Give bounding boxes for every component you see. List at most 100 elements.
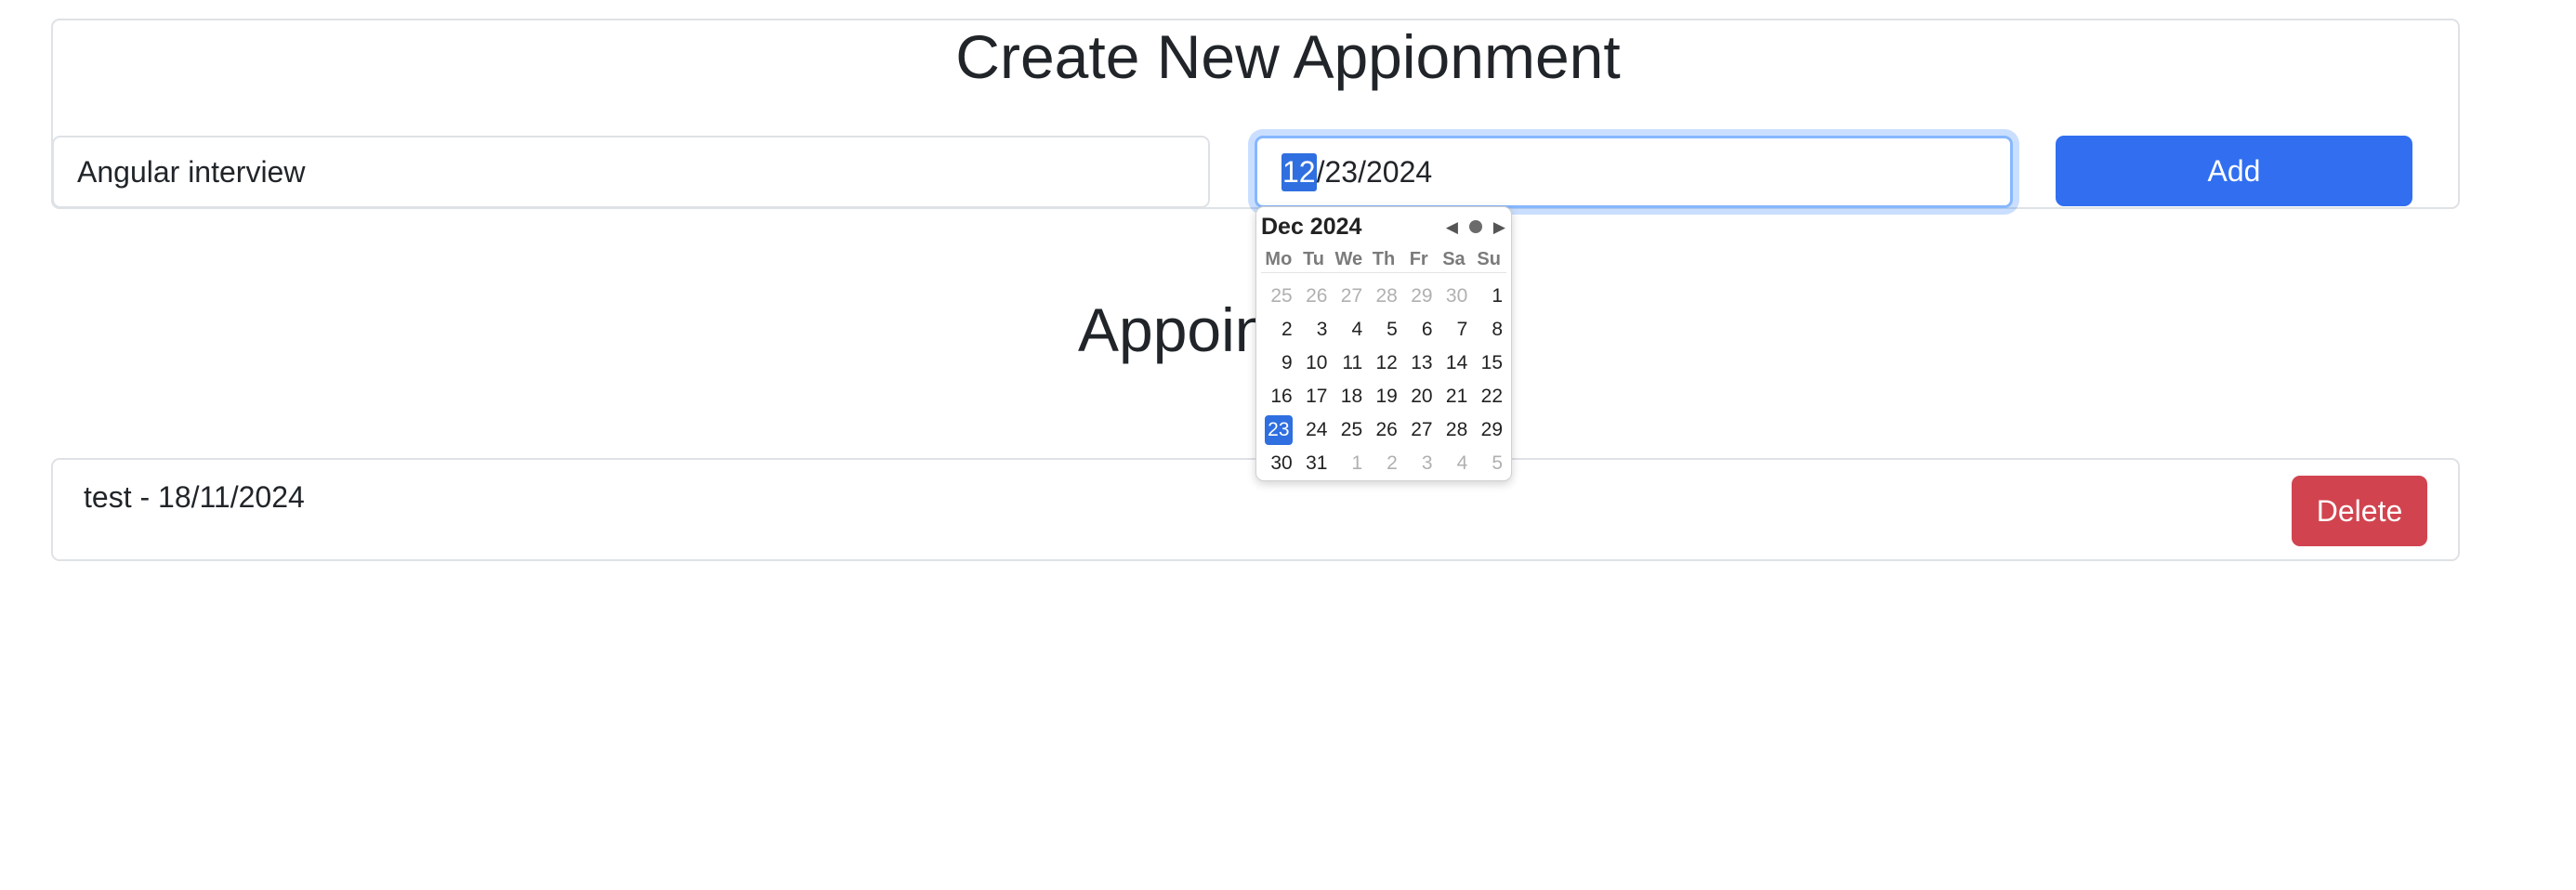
calendar-day[interactable]: 2 xyxy=(1366,447,1401,480)
calendar-day[interactable]: 25 xyxy=(1261,280,1296,313)
calendar-day[interactable]: 5 xyxy=(1366,313,1401,347)
calendar-day-label: 23 xyxy=(1265,415,1293,445)
calendar-day-label: 2 xyxy=(1281,319,1293,340)
calendar-day[interactable]: 4 xyxy=(1331,313,1366,347)
calendar-day[interactable]: 31 xyxy=(1296,447,1332,480)
calendar-day[interactable]: 14 xyxy=(1437,347,1472,380)
calendar-day[interactable]: 16 xyxy=(1261,380,1296,413)
calendar-day-label: 20 xyxy=(1411,386,1433,407)
month-year-label: Dec 2024 xyxy=(1261,213,1362,240)
calendar-day[interactable]: 4 xyxy=(1437,447,1472,480)
weekday-header: Tu xyxy=(1295,246,1332,273)
prev-month-icon[interactable]: ◀ xyxy=(1446,219,1458,235)
appointment-title-input[interactable]: Angular interview xyxy=(52,136,1210,208)
date-month-segment[interactable]: 12 xyxy=(1281,152,1317,191)
date-picker-popup: Dec 2024 ◀ ▶ Mo Tu We Th Fr Sa Su 25 26 27 28 29 30 1… xyxy=(1255,206,1512,481)
calendar-day-label: 17 xyxy=(1306,386,1328,407)
calendar-day[interactable]: 29 xyxy=(1471,413,1506,447)
calendar-day[interactable]: 15 xyxy=(1471,347,1506,380)
calendar-day[interactable]: 9 xyxy=(1261,347,1296,380)
calendar-day[interactable]: 13 xyxy=(1401,347,1437,380)
calendar-day[interactable]: 25 xyxy=(1331,413,1366,447)
calendar-day-label: 19 xyxy=(1375,386,1398,407)
calendar-day[interactable]: 21 xyxy=(1437,380,1472,413)
calendar-day[interactable]: 5 xyxy=(1471,447,1506,480)
calendar-day[interactable]: 20 xyxy=(1401,380,1437,413)
weekday-header: Th xyxy=(1366,246,1401,273)
calendar-day[interactable]: 24 xyxy=(1296,413,1332,447)
calendar-day-label: 14 xyxy=(1445,352,1468,373)
calendar-day-label: 6 xyxy=(1421,319,1433,340)
calendar-day-selected[interactable]: 23 xyxy=(1261,413,1296,447)
calendar-day[interactable]: 27 xyxy=(1401,413,1437,447)
calendar-day[interactable]: 19 xyxy=(1366,380,1401,413)
calendar-day-label: 27 xyxy=(1411,419,1433,440)
appointment-date-input[interactable]: 12/23/2024 xyxy=(1255,136,2013,208)
calendar-day[interactable]: 1 xyxy=(1471,280,1506,313)
appointments-title: Appoin xyxy=(1078,295,1269,364)
calendar-day[interactable]: 30 xyxy=(1261,447,1296,480)
calendar-day-label: 18 xyxy=(1340,386,1363,407)
calendar-day-label: 11 xyxy=(1342,352,1363,373)
calendar-day-label: 1 xyxy=(1492,285,1503,307)
calendar-day[interactable]: 17 xyxy=(1296,380,1332,413)
calendar-day-label: 8 xyxy=(1492,319,1503,340)
calendar-day-label: 4 xyxy=(1456,452,1468,474)
calendar-day-label: 12 xyxy=(1375,352,1398,373)
calendar-day[interactable]: 28 xyxy=(1366,280,1401,313)
calendar-day-label: 16 xyxy=(1270,386,1293,407)
calendar-day-label: 26 xyxy=(1306,285,1328,307)
appointment-text: test - 18/11/2024 xyxy=(84,480,305,514)
weekday-header: Su xyxy=(1471,246,1506,273)
calendar-day[interactable]: 1 xyxy=(1331,447,1366,480)
calendar-day[interactable]: 6 xyxy=(1401,313,1437,347)
calendar-day-label: 10 xyxy=(1306,352,1328,373)
date-rest-segment[interactable]: /23/2024 xyxy=(1317,155,1433,190)
calendar-day[interactable]: 3 xyxy=(1401,447,1437,480)
calendar-day[interactable]: 2 xyxy=(1261,313,1296,347)
calendar-day[interactable]: 10 xyxy=(1296,347,1332,380)
calendar-day[interactable]: 8 xyxy=(1471,313,1506,347)
calendar-day[interactable]: 29 xyxy=(1401,280,1437,313)
calendar-day[interactable]: 26 xyxy=(1366,413,1401,447)
calendar-day[interactable]: 27 xyxy=(1331,280,1366,313)
calendar-day[interactable]: 30 xyxy=(1437,280,1472,313)
calendar-day-label: 1 xyxy=(1351,452,1363,474)
weekday-header: Sa xyxy=(1436,246,1472,273)
calendar-day-label: 28 xyxy=(1375,285,1398,307)
add-button[interactable]: Add xyxy=(2056,136,2412,206)
calendar-day-label: 24 xyxy=(1306,419,1328,440)
calendar-day[interactable]: 22 xyxy=(1471,380,1506,413)
calendar-day[interactable]: 26 xyxy=(1296,280,1332,313)
calendar-day-label: 9 xyxy=(1281,352,1293,373)
calendar-day[interactable]: 3 xyxy=(1296,313,1332,347)
calendar-day[interactable]: 12 xyxy=(1366,347,1401,380)
calendar-day-label: 15 xyxy=(1480,352,1503,373)
weekday-header: We xyxy=(1331,246,1367,273)
today-dot-icon[interactable] xyxy=(1468,220,1482,233)
calendar-day-label: 4 xyxy=(1351,319,1363,340)
weekday-header: Mo xyxy=(1261,246,1296,273)
calendar-day-label: 29 xyxy=(1480,419,1503,440)
calendar-day[interactable]: 11 xyxy=(1331,347,1366,380)
calendar-day[interactable]: 18 xyxy=(1331,380,1366,413)
calendar-day-label: 21 xyxy=(1445,386,1468,407)
calendar-day[interactable]: 28 xyxy=(1437,413,1472,447)
calendar-day-label: 25 xyxy=(1270,285,1293,307)
calendar-day-label: 30 xyxy=(1270,452,1293,474)
weekday-header: Fr xyxy=(1400,246,1437,273)
calendar-day-label: 22 xyxy=(1480,386,1503,407)
calendar-day[interactable]: 7 xyxy=(1437,313,1472,347)
calendar-day-label: 2 xyxy=(1387,452,1398,474)
date-picker-header: Dec 2024 ◀ ▶ xyxy=(1261,213,1505,241)
calendar-day-label: 5 xyxy=(1492,452,1503,474)
calendar-day-label: 29 xyxy=(1411,285,1433,307)
calendar-day-label: 30 xyxy=(1445,285,1468,307)
delete-button[interactable]: Delete xyxy=(2292,476,2427,546)
calendar-day-label: 13 xyxy=(1411,352,1433,373)
calendar-grid: Mo Tu We Th Fr Sa Su 25 26 27 28 29 30 1 2 3 4 5 6 7 8 9 10 11 1… xyxy=(1261,246,1506,480)
date-picker-nav: ◀ ▶ xyxy=(1446,219,1505,235)
calendar-day-label: 5 xyxy=(1387,319,1398,340)
calendar-day-label: 28 xyxy=(1445,419,1468,440)
next-month-icon[interactable]: ▶ xyxy=(1493,219,1505,235)
